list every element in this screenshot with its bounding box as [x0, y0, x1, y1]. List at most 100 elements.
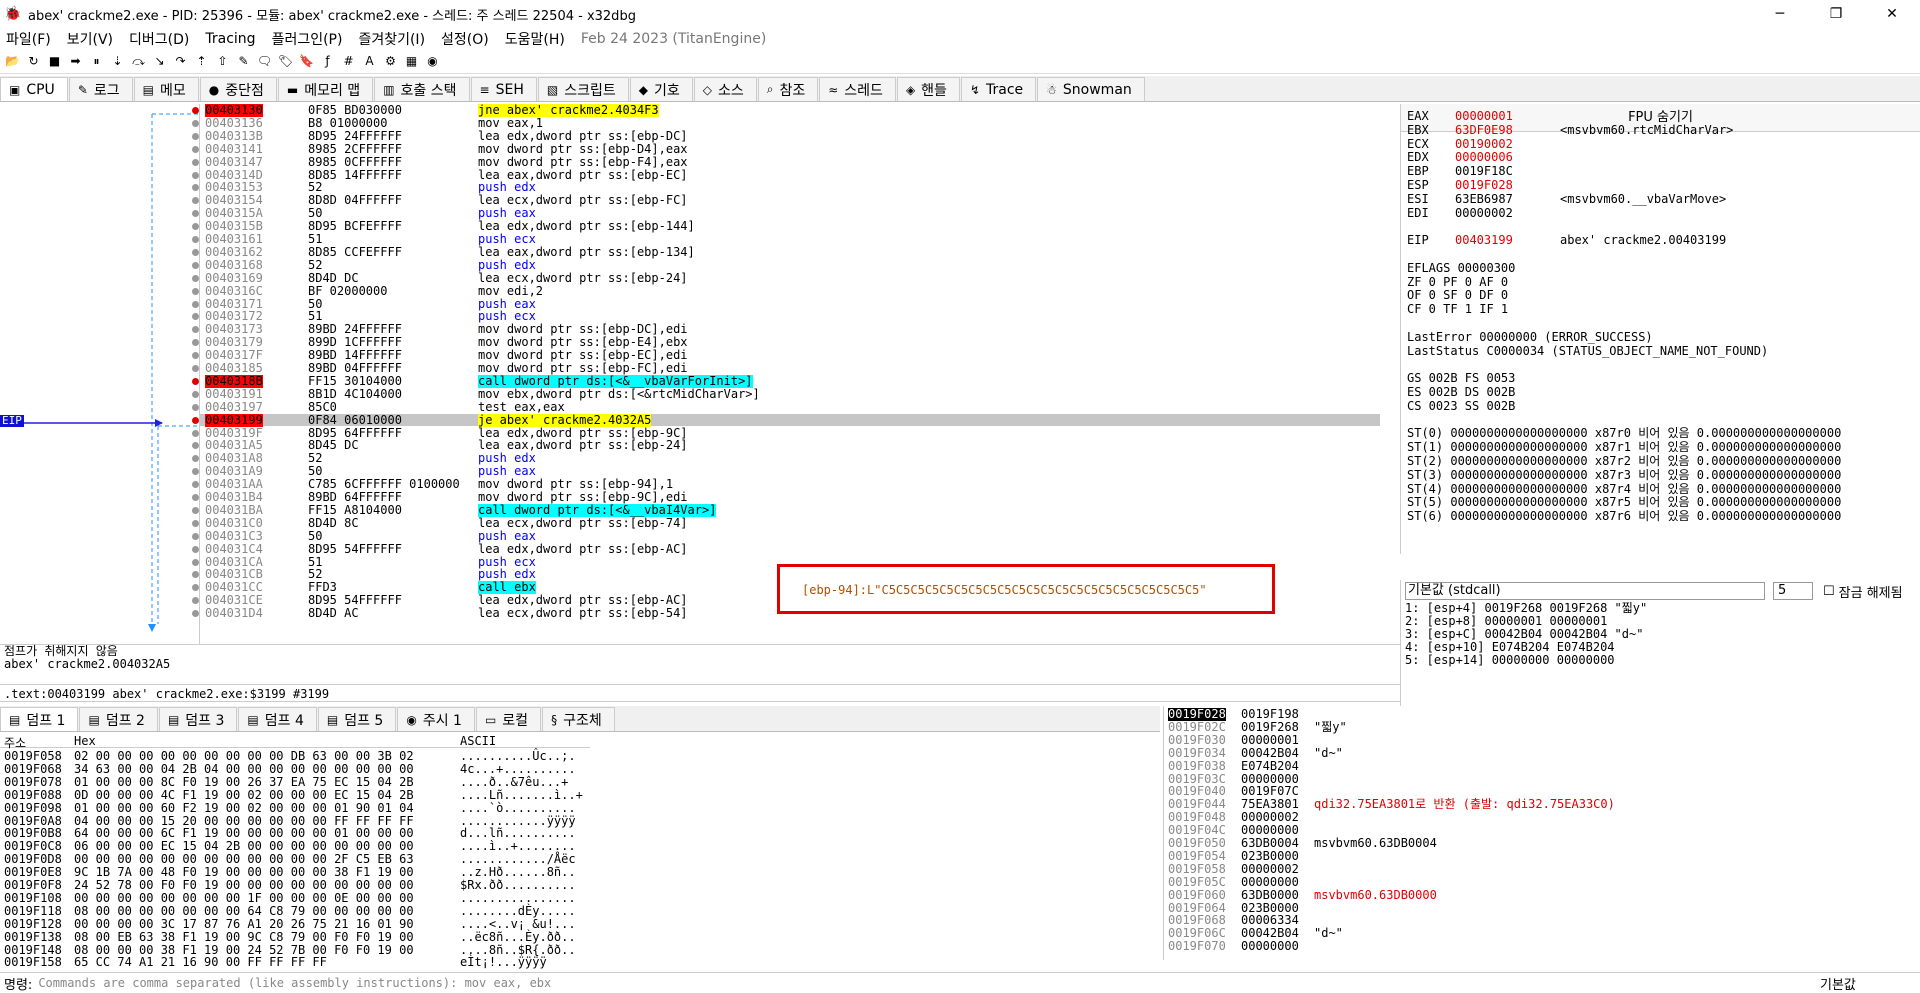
maximize-icon[interactable]: ❐ — [1808, 0, 1864, 28]
breakpoint-dot[interactable] — [192, 532, 199, 540]
dump-tab-6[interactable]: ▭ 로컬 — [475, 707, 542, 731]
tab-6[interactable]: ≡ SEH — [470, 77, 537, 101]
breakpoint-dot[interactable] — [192, 416, 199, 424]
register-value[interactable]: 00000001 — [1455, 109, 1560, 124]
breakpoint-dot[interactable] — [192, 248, 199, 256]
breakpoint-dot[interactable] — [192, 132, 199, 140]
breakpoint-dot[interactable] — [192, 171, 199, 179]
tab-10[interactable]: ⌕ 참조 — [757, 77, 819, 101]
register-row[interactable] — [1407, 220, 1560, 234]
disasm-row[interactable]: 004031A8 52 push edx — [200, 452, 1380, 465]
menu-item-0[interactable]: 파일(F) — [6, 29, 51, 49]
step-over-icon[interactable]: ⤼ — [130, 53, 147, 70]
disasm-row[interactable]: 0040319F 8D95 64FFFFFF lea edx,dword ptr s… — [200, 426, 1380, 440]
tab-11[interactable]: ≈ 스레드 — [819, 77, 896, 101]
disasm-row[interactable]: 00403191 8B1D 4C104000 mov ebx,dword ptr d… — [200, 387, 1380, 401]
register-row[interactable]: ECX 00190002 — [1407, 137, 1560, 152]
tab-0[interactable]: ▣ CPU — [0, 77, 68, 101]
disasm-row[interactable]: 004031A5 8D45 DC lea eax,dword ptr ss:[ebp… — [200, 439, 1380, 452]
disasm-row[interactable]: 00403130 0F85 BD030000 jne abex' crackme2.… — [200, 104, 1380, 117]
disasm-row[interactable]: 00403136 B8 01000000 mov eax,1 — [200, 116, 1380, 130]
cpu-tool-icon[interactable]: ⚙ — [382, 53, 399, 70]
menu-item-3[interactable]: Tracing — [205, 31, 255, 47]
tab-7[interactable]: ▧ 스크립트 — [537, 77, 629, 101]
dump-view[interactable]: 주소 Hex ASCII 0019F058 02 00 00 00 00 00 0… — [0, 734, 1160, 969]
menu-item-7[interactable]: 도움말(H) — [505, 29, 565, 49]
callconv-select[interactable]: 기본값 (stdcall) — [1405, 582, 1765, 600]
breakpoint-dot[interactable] — [192, 145, 199, 153]
disasm-row[interactable]: 00403147 8985 0CFFFFFF mov dword ptr ss:[e… — [200, 155, 1380, 169]
breakpoint-dot[interactable] — [192, 274, 199, 282]
tab-9[interactable]: ◇ 소스 — [693, 77, 757, 101]
disasm-row[interactable]: 00403185 89BD 04FFFFFF mov dword ptr ss:[e… — [200, 362, 1380, 375]
disasm-row[interactable]: 00403162 8D85 CCFEFFFF lea eax,dword ptr s… — [200, 245, 1380, 259]
pause-icon[interactable]: ⏸ — [88, 53, 105, 70]
menu-item-2[interactable]: 디버그(D) — [129, 29, 189, 49]
disasm-row[interactable]: 00403141 8985 2CFFFFFF mov dword ptr ss:[e… — [200, 142, 1380, 156]
menu-item-5[interactable]: 즐겨찾기(I) — [358, 29, 425, 49]
execute-till-return-icon[interactable]: ⇧ — [214, 53, 231, 70]
hash-icon[interactable]: # — [340, 53, 357, 70]
register-value[interactable]: 0019F18C — [1455, 164, 1560, 179]
run-icon[interactable]: ➡ — [67, 53, 84, 70]
disasm-row[interactable]: 0040316C BF 02000000 mov edi,2 — [200, 284, 1380, 298]
breakpoint-dot[interactable] — [192, 429, 199, 437]
disasm-row[interactable]: 004031C3 50 push eax — [200, 529, 1380, 543]
breakpoint-dot[interactable] — [192, 403, 199, 411]
dump-tab-3[interactable]: ▤ 덤프 4 — [238, 707, 317, 731]
memory-icon[interactable]: ◉ — [424, 53, 441, 70]
lock-checkbox[interactable]: ☐ — [1823, 584, 1835, 599]
patch-icon[interactable]: ✎ — [235, 53, 252, 70]
register-row[interactable]: EDI 00000002 — [1407, 206, 1560, 221]
tab-3[interactable]: ● 중단점 — [199, 77, 277, 101]
breakpoint-dot[interactable] — [192, 300, 199, 308]
command-input[interactable]: Commands are comma separated (like assem… — [38, 974, 1820, 992]
run-to-user-icon[interactable]: ⇡ — [193, 53, 210, 70]
menu-item-4[interactable]: 플러그인(P) — [272, 29, 343, 49]
dump-tab-7[interactable]: § 구조체 — [542, 707, 615, 731]
breakpoint-dot[interactable] — [192, 107, 199, 114]
register-row[interactable]: EDX 00000006 — [1407, 151, 1560, 165]
tab-5[interactable]: ▥ 호출 스택 — [374, 77, 470, 101]
tab-1[interactable]: ✎ 로그 — [68, 77, 133, 101]
dump-tab-1[interactable]: ▤ 덤프 2 — [79, 707, 158, 731]
disasm-row[interactable]: 004031C4 8D95 54FFFFFF lea edx,dword ptr s… — [200, 542, 1380, 556]
disasm-row[interactable]: 0040313B 8D95 24FFFFFF lea edx,dword ptr s… — [200, 129, 1380, 143]
trace-into-icon[interactable]: ↘ — [151, 53, 168, 70]
minimize-icon[interactable]: ─ — [1752, 0, 1808, 28]
disasm-row[interactable]: 00403154 8D8D 04FFFFFF lea ecx,dword ptr s… — [200, 194, 1380, 207]
trace-over-icon[interactable]: ↷ — [172, 53, 189, 70]
disasm-row[interactable]: 004031BA FF15 A8104000 call dword ptr ds:[… — [200, 503, 1380, 517]
breakpoint-dot[interactable] — [192, 494, 199, 501]
disasm-row[interactable]: 0040315B 8D95 BCFEFFFF lea edx,dword ptr s… — [200, 220, 1380, 233]
step-into-icon[interactable]: ⇣ — [109, 53, 126, 70]
command-mode-select[interactable]: 기본값 — [1820, 974, 1920, 993]
tab-14[interactable]: ☃ Snowman — [1037, 77, 1145, 101]
dump-tab-2[interactable]: ▤ 덤프 3 — [158, 707, 238, 731]
breakpoint-dot[interactable] — [192, 287, 199, 295]
register-row[interactable]: ESP 0019F028 — [1407, 178, 1560, 193]
register-value[interactable]: 00000002 — [1455, 206, 1560, 221]
tab-12[interactable]: ◈ 핸들 — [896, 77, 960, 101]
dump-tab-0[interactable]: ▤ 덤프 1 — [0, 707, 79, 731]
breakpoint-dot[interactable] — [192, 506, 199, 514]
stop-icon[interactable]: ■ — [46, 53, 63, 70]
bookmark-icon[interactable]: 🔖 — [298, 53, 315, 70]
register-row[interactable]: ESI 63EB6987 <msvbvm60.__vbaVarMove> — [1407, 192, 1726, 207]
dump-tab-5[interactable]: ◉ 주시 1 — [397, 707, 475, 731]
register-row[interactable]: EAX 00000001 — [1407, 109, 1560, 124]
breakpoint-dot[interactable] — [192, 545, 199, 553]
disasm-row[interactable]: 0040314D 8D85 14FFFFFF lea eax,dword ptr s… — [200, 168, 1380, 182]
disasm-row[interactable]: 00403197 85C0 test eax,eax — [200, 400, 1380, 414]
register-value[interactable]: 63EB6987 — [1455, 192, 1560, 207]
function-icon[interactable]: ƒ — [319, 53, 336, 70]
font-icon[interactable]: A — [361, 53, 378, 70]
disasm-row[interactable]: 00403161 51 push ecx — [200, 233, 1380, 246]
register-value[interactable]: 00000006 — [1455, 151, 1560, 165]
disasm-row[interactable]: 00403171 50 push eax — [200, 297, 1380, 311]
breakpoint-dot[interactable] — [192, 261, 199, 269]
menu-item-6[interactable]: 설정(O) — [441, 29, 489, 49]
breakpoint-dot[interactable] — [192, 558, 199, 566]
tab-8[interactable]: ◆ 기호 — [629, 77, 693, 101]
register-row[interactable]: EIP 00403199 abex' crackme2.00403199 — [1407, 233, 1726, 248]
